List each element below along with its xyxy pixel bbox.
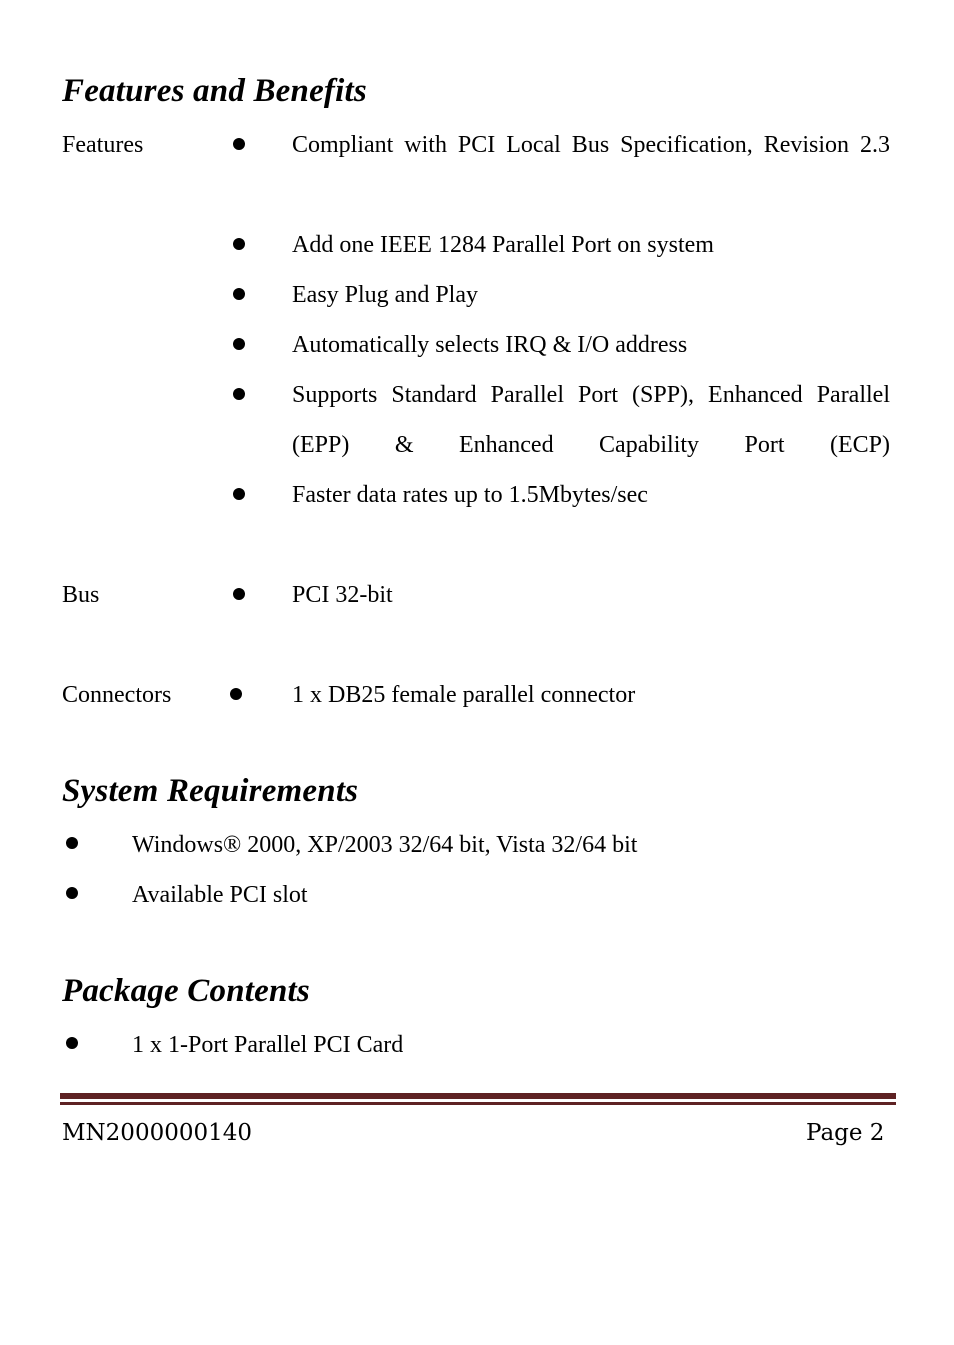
spec-label-connectors: Connectors [62,682,172,708]
bullet-icon [230,670,246,720]
footer-rule-thin [60,1102,896,1105]
list-item-os-label: Windows® 2000, XP/2003 32/64 bit, Vista … [132,832,638,858]
bullet-icon [233,570,249,620]
heading-package-contents: Package Contents [62,973,310,1009]
heading-features-and-benefits: Features and Benefits [62,73,367,109]
bullet-icon [233,370,249,420]
list-item-pci-slot: Available PCI slot [0,870,954,920]
spec-text-bus: PCI 32-bit [292,582,393,608]
spec-text-features-1: Compliant with PCI Local Bus Specificati… [292,132,890,158]
spec-text-connectors: 1 x DB25 female parallel connector [292,682,636,708]
bullet-icon [233,120,249,170]
list-item-pci-slot-label: Available PCI slot [132,882,308,908]
spec-label-bus: Bus [62,582,100,608]
bullet-icon [66,1020,78,1070]
bullet-icon [66,870,78,920]
spec-text-features-6: Faster data rates up to 1.5Mbytes/sec [292,482,648,508]
spec-label-features: Features [62,132,144,158]
spec-text-features-2: Add one IEEE 1284 Parallel Port on syste… [292,232,714,258]
spec-text-features-4: Automatically selects IRQ & I/O address [292,332,688,358]
bullet-icon [66,820,78,870]
footer-page-number: Page 2 [806,1120,885,1146]
spec-text-features-3: Easy Plug and Play [292,282,478,308]
list-item-os: Windows® 2000, XP/2003 32/64 bit, Vista … [0,820,954,870]
bullet-icon [233,270,249,320]
footer-document-number: MN2000000140 [62,1120,253,1146]
bullet-icon [233,470,249,520]
heading-system-requirements: System Requirements [62,773,359,809]
list-item-card-label: 1 x 1-Port Parallel PCI Card [132,1032,404,1058]
bullet-icon [233,320,249,370]
bullet-icon [233,220,249,270]
footer-divider [60,1093,896,1105]
document-page: Features and Benefits Features Compliant… [0,0,954,1345]
list-item-card: 1 x 1-Port Parallel PCI Card [0,1020,954,1070]
